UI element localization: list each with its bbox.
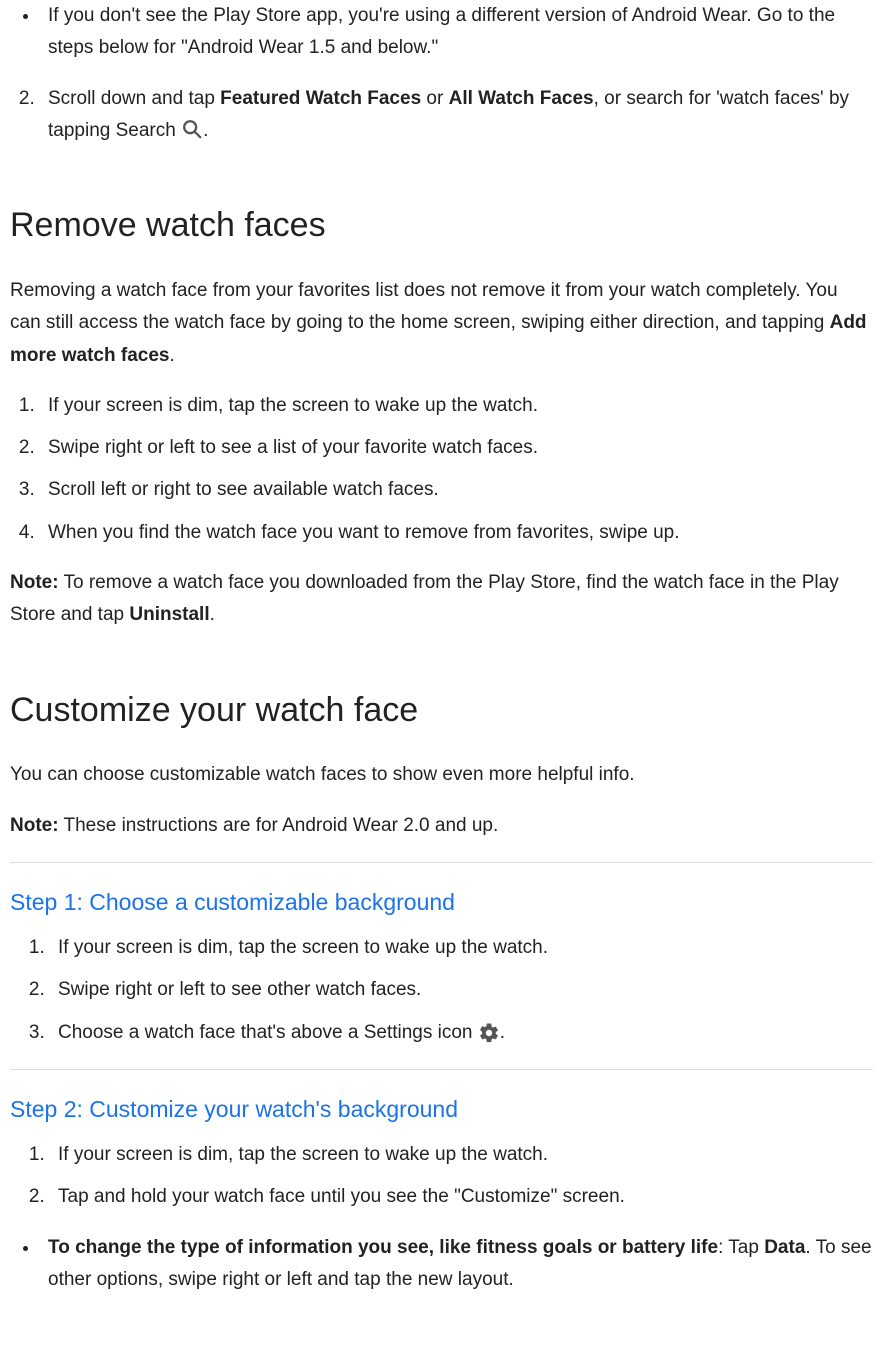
step2-bold1: Featured Watch Faces [220,88,421,109]
step2-bold2: All Watch Faces [449,88,594,109]
remove-heading: Remove watch faces [10,197,873,255]
remove-steps: If your screen is dim, tap the screen to… [10,390,873,549]
remove-step-2: Swipe right or left to see a list of you… [40,432,873,464]
remove-note-end: . [210,604,215,625]
customize-note: Note: These instructions are for Android… [10,810,873,842]
intro-bullet-text: If you don't see the Play Store app, you… [48,5,835,58]
step2-s2: Tap and hold your watch face until you s… [50,1181,873,1213]
remove-note-label: Note: [10,572,59,593]
remove-note-bold: Uninstall [129,604,209,625]
step1-s3a: Choose a watch face that's above a Setti… [58,1022,473,1043]
step2-title-link[interactable]: Step 2: Customize your watch's backgroun… [10,1090,873,1129]
customize-intro: You can choose customizable watch faces … [10,759,873,791]
remove-intro-p2: . [169,345,174,366]
step2-list: If your screen is dim, tap the screen to… [20,1139,873,1214]
step1-s3b: . [500,1022,505,1043]
step1-s2: Swipe right or left to see other watch f… [50,974,873,1006]
intro-step-2: Scroll down and tap Featured Watch Faces… [40,83,873,148]
step2-mid: or [421,88,448,109]
search-icon [181,118,203,140]
remove-intro: Removing a watch face from your favorite… [10,275,873,372]
remove-note: Note: To remove a watch face you downloa… [10,567,873,632]
remove-intro-p1: Removing a watch face from your favorite… [10,280,838,333]
step2-bullet-bold2: Data [764,1237,805,1258]
step2-s1: If your screen is dim, tap the screen to… [50,1139,873,1171]
gear-icon [478,1022,500,1044]
step2-part1: Scroll down and tap [48,88,220,109]
step2-bullet-1: To change the type of information you se… [40,1232,873,1297]
step1-list: If your screen is dim, tap the screen to… [20,932,873,1049]
customize-note-label: Note: [10,815,59,836]
step2-bullet-p1: : Tap [718,1237,764,1258]
customize-heading: Customize your watch face [10,682,873,740]
intro-bullet-item: If you don't see the Play Store app, you… [40,0,873,65]
intro-numbered-list: Scroll down and tap Featured Watch Faces… [10,83,873,148]
step2-end: . [203,120,208,141]
step1-s3: Choose a watch face that's above a Setti… [50,1017,873,1049]
step2-bullet-bold: To change the type of information you se… [48,1237,718,1258]
divider-1 [10,862,873,863]
customize-note-text: These instructions are for Android Wear … [59,815,499,836]
remove-step-3: Scroll left or right to see available wa… [40,474,873,506]
intro-bullet-list: If you don't see the Play Store app, you… [10,0,873,65]
remove-step-4: When you find the watch face you want to… [40,517,873,549]
step1-title-link[interactable]: Step 1: Choose a customizable background [10,883,873,922]
step1-s1: If your screen is dim, tap the screen to… [50,932,873,964]
remove-step-1: If your screen is dim, tap the screen to… [40,390,873,422]
step2-bullets: To change the type of information you se… [10,1232,873,1297]
divider-2 [10,1069,873,1070]
